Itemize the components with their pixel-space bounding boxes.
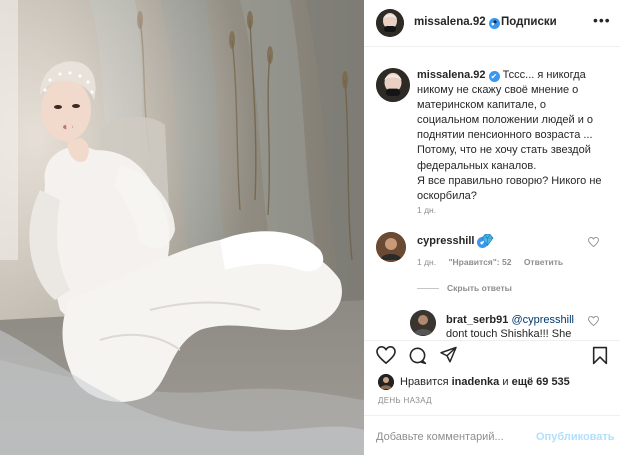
author-avatar[interactable] bbox=[376, 9, 404, 37]
author-username[interactable]: missalena.92 ✔ bbox=[414, 16, 500, 29]
caption-text: missalena.92 ✔ Тссс... я никогда никому н… bbox=[417, 68, 613, 204]
commenter-username[interactable]: cypresshill ✔ bbox=[417, 235, 489, 248]
like-comment-heart-icon[interactable] bbox=[588, 237, 599, 247]
likes-summary: Нравится inadenka и ещё 69 535 bbox=[364, 372, 620, 392]
liker-avatar[interactable] bbox=[378, 374, 394, 390]
caption-line: материнском капитале, о bbox=[417, 99, 547, 112]
caption-line: Потому, что не хочу стать звездой bbox=[417, 144, 591, 157]
reply-line: dont touch Shishka!!! She bbox=[446, 328, 572, 340]
caption-author-avatar[interactable] bbox=[376, 68, 410, 102]
instagram-post: missalena.92 ✔ • Подписки ••• missalena.9… bbox=[0, 0, 620, 455]
reply-author-avatar[interactable] bbox=[410, 310, 436, 336]
caption-line: социальном положении людей и о bbox=[417, 114, 594, 127]
replies-divider-line bbox=[417, 288, 439, 290]
publish-button[interactable]: Опубликовать bbox=[536, 431, 615, 443]
caption-line: оскорбила? bbox=[417, 189, 477, 202]
separator-dot: • bbox=[493, 15, 498, 29]
reply-mention-link[interactable]: @cypresshill bbox=[511, 314, 574, 326]
caption-line: никому не скажу своё мнение о bbox=[417, 84, 579, 97]
caption-line: Тссс... я никогда bbox=[502, 69, 586, 81]
like-heart-icon[interactable] bbox=[376, 346, 396, 364]
caption-line: Я все правильно говорю? Никого не bbox=[417, 174, 602, 187]
caption-line: поднятии пенсионного возраста ... bbox=[417, 129, 593, 142]
reply-username[interactable]: brat_serb91 bbox=[446, 314, 508, 326]
caption-username[interactable]: missalena.92 bbox=[417, 69, 486, 81]
gem-icon bbox=[481, 234, 494, 246]
reply-text: brat_serb91 @cypresshill dont touch Shis… bbox=[446, 313, 586, 340]
post-photo[interactable] bbox=[0, 0, 364, 455]
reply-item: brat_serb91 @cypresshill dont touch Shis… bbox=[364, 306, 620, 340]
likes-count-link[interactable]: ещё 69 535 bbox=[512, 376, 570, 388]
post-sidebar: missalena.92 ✔ • Подписки ••• missalena.9… bbox=[364, 0, 620, 455]
comment-timestamp[interactable]: 1 дн. bbox=[417, 257, 436, 267]
comment-likes-count[interactable]: "Нравится": 52 bbox=[448, 257, 511, 267]
post-actions-bar bbox=[364, 340, 620, 371]
comment-input[interactable]: Добавьте комментарий... bbox=[376, 431, 504, 443]
share-paper-plane-icon[interactable] bbox=[439, 346, 458, 364]
photo-illustration bbox=[0, 0, 364, 455]
save-bookmark-icon[interactable] bbox=[592, 346, 608, 365]
liker-username[interactable]: inadenka bbox=[452, 376, 500, 388]
reply-button[interactable]: Ответить bbox=[524, 257, 563, 267]
likes-text: Нравится inadenka и ещё 69 535 bbox=[400, 376, 570, 388]
add-comment-bar: Добавьте комментарий... Опубликовать bbox=[364, 415, 620, 456]
hide-replies-button[interactable]: Скрыть ответы bbox=[417, 283, 512, 293]
caption-timestamp[interactable]: 1 дн. bbox=[417, 205, 436, 215]
more-options-icon[interactable]: ••• bbox=[593, 12, 611, 28]
following-button[interactable]: Подписки bbox=[501, 16, 557, 28]
comment-bubble-icon[interactable] bbox=[408, 346, 427, 365]
post-header: missalena.92 ✔ • Подписки ••• bbox=[364, 0, 620, 47]
commenter-avatar[interactable] bbox=[376, 232, 406, 262]
comment-meta: 1 дн. "Нравится": 52 Ответить bbox=[417, 257, 573, 267]
like-reply-heart-icon[interactable] bbox=[588, 316, 599, 326]
post-date[interactable]: ДЕНЬ НАЗАД bbox=[378, 396, 432, 405]
caption-line: федеральных каналов. bbox=[417, 159, 537, 172]
verified-badge-icon: ✔ bbox=[488, 71, 500, 82]
